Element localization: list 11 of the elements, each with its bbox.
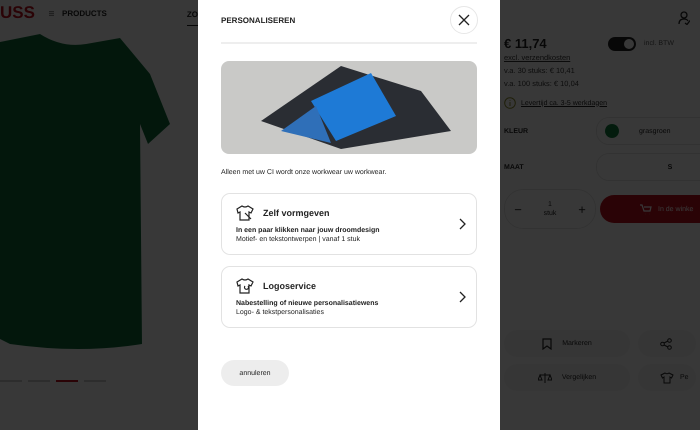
chevron-right-icon — [459, 218, 466, 230]
dialog-title: PERSONALISEREN — [221, 16, 296, 24]
decrease-button[interactable]: − — [505, 202, 531, 216]
increase-button[interactable]: + — [569, 202, 595, 216]
chevron-right-icon — [459, 291, 466, 303]
option-title: Logoservice — [263, 281, 316, 291]
option-title: Zelf vormgeven — [263, 208, 330, 218]
close-icon — [458, 14, 470, 26]
close-button[interactable] — [450, 6, 478, 34]
t-shirt-pen-icon — [236, 205, 254, 221]
t-shirt-icon — [236, 278, 254, 294]
